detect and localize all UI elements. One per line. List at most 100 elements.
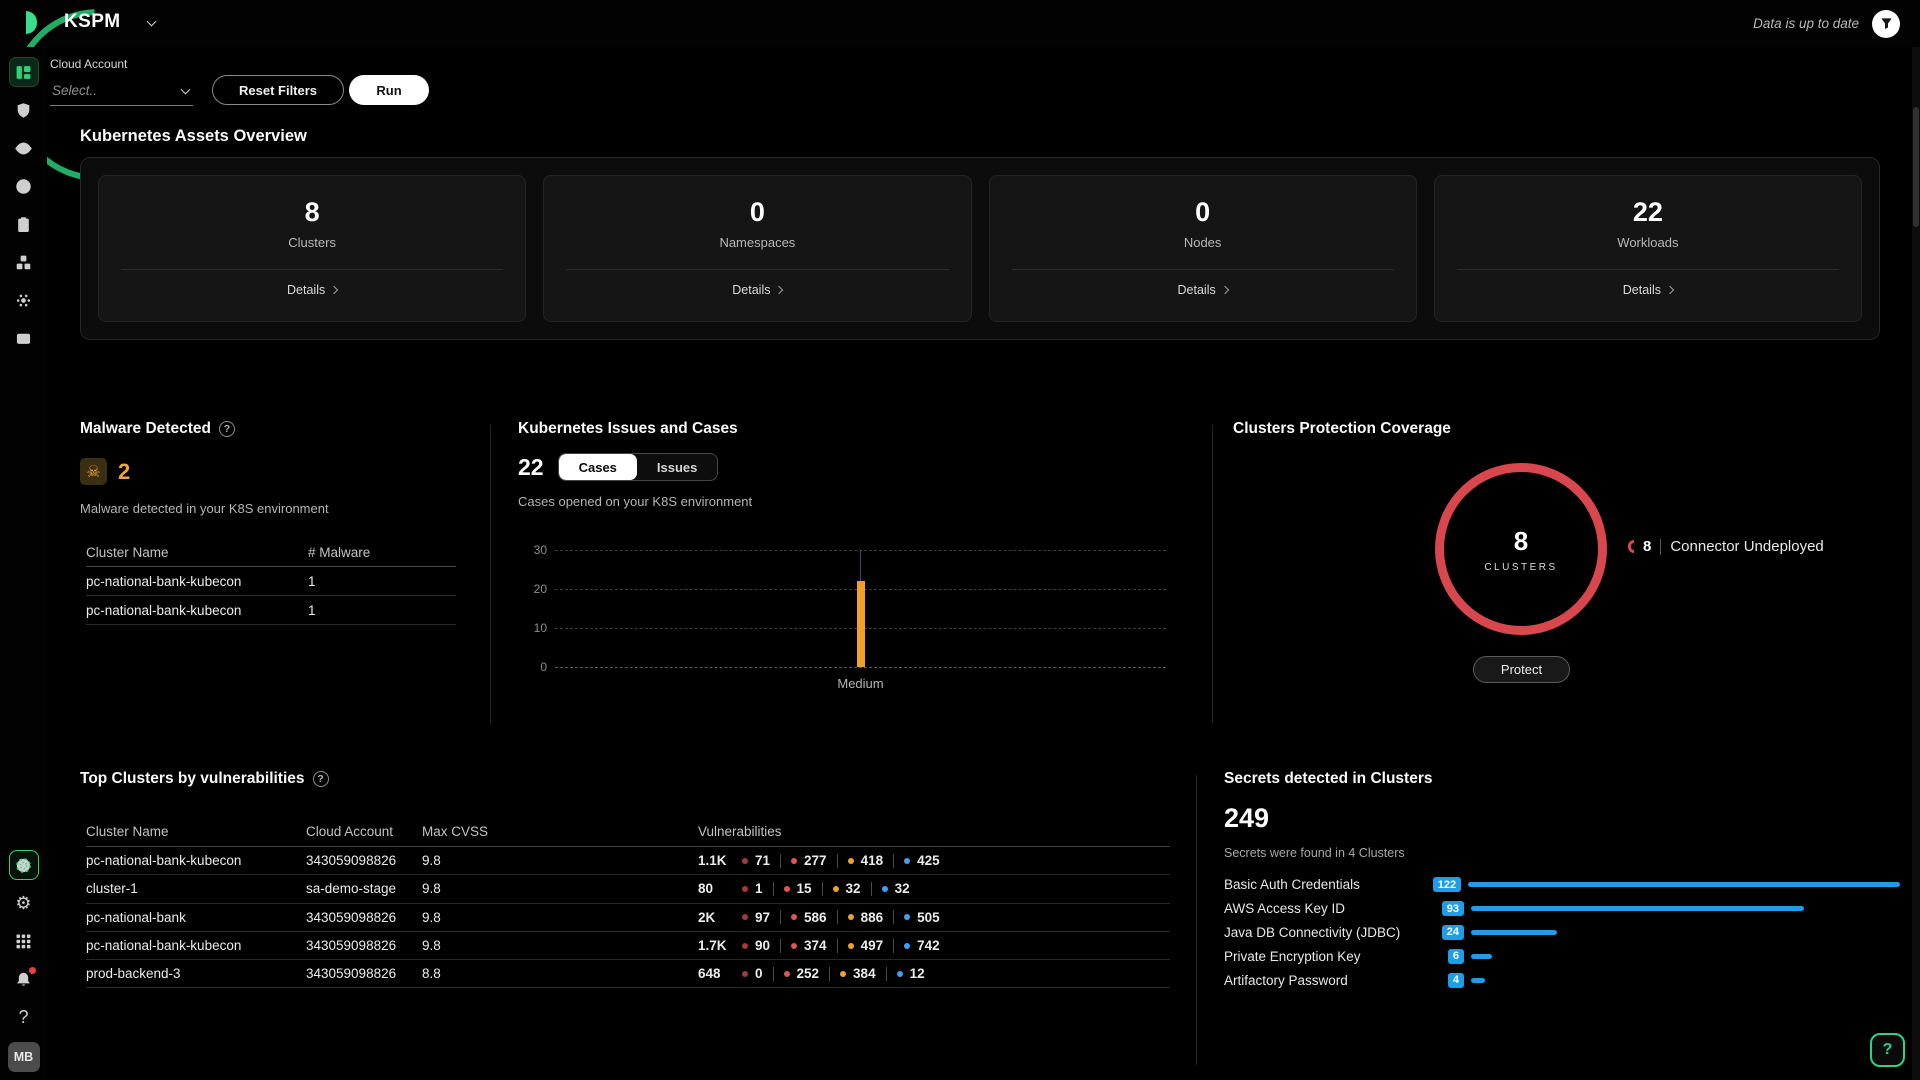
sidebar-item-blocks[interactable]: [9, 247, 39, 277]
sidebar-item-spark[interactable]: [9, 285, 39, 315]
funnel-icon: [1879, 16, 1894, 31]
cloud-account-select[interactable]: Select..: [50, 78, 193, 106]
sidebar-item-clipboard[interactable]: [9, 209, 39, 239]
severity-count: 886: [848, 910, 884, 925]
wallet-icon: [15, 330, 32, 347]
secret-label: Artifactory Password: [1224, 973, 1406, 988]
run-button[interactable]: Run: [349, 75, 429, 105]
ring-value: 8: [1514, 526, 1528, 557]
scrollbar-thumb[interactable]: [1913, 107, 1919, 227]
brand-logo-icon[interactable]: [12, 9, 39, 36]
help-hint-icon[interactable]: ?: [313, 771, 329, 787]
malware-table-row[interactable]: pc-national-bank-kubecon1: [86, 567, 456, 596]
severity-count: 586: [791, 910, 827, 925]
target-icon: [15, 178, 32, 195]
chevron-right-icon: [1220, 286, 1228, 294]
sidebar-item-wallet[interactable]: [9, 323, 39, 353]
divider: [893, 854, 894, 868]
details-link[interactable]: Details: [1623, 283, 1673, 297]
secrets-count: 249: [1224, 803, 1269, 834]
secret-label: Private Encryption Key: [1224, 949, 1406, 964]
divider: [829, 967, 830, 981]
severity-dot-icon: [848, 858, 854, 864]
spark-icon: [15, 292, 32, 309]
y-axis-tick: 0: [513, 660, 547, 674]
section-divider: [490, 425, 491, 723]
left-sidebar: ⚙? MB: [0, 47, 47, 1080]
severity-dot-icon: [848, 943, 854, 949]
severity-dot-icon: [833, 886, 839, 892]
secret-row[interactable]: AWS Access Key ID93: [1224, 897, 1900, 921]
sidebar-item-eye[interactable]: [9, 133, 39, 163]
scrollbar-track: [1912, 47, 1920, 1080]
column-header: Cluster Name: [86, 545, 308, 560]
ring-label: CLUSTERS: [1484, 562, 1557, 573]
secret-row[interactable]: Basic Auth Credentials122: [1224, 873, 1900, 897]
notification-dot: [29, 967, 36, 974]
chevron-down-icon[interactable]: [147, 17, 157, 27]
tab-issues[interactable]: Issues: [637, 454, 717, 480]
sidebar-item-help[interactable]: ?: [9, 1002, 39, 1032]
sidebar-item-apps-grid[interactable]: [9, 926, 39, 956]
sidebar-top-group: [9, 53, 39, 357]
section-divider: [1196, 775, 1197, 1065]
vulnerability-table-row[interactable]: pc-national-bank-kubecon3430590988269.81…: [86, 847, 1170, 875]
help-icon: ?: [18, 1008, 28, 1026]
divider: [1457, 269, 1839, 270]
secret-row[interactable]: Java DB Connectivity (JDBC)24: [1224, 921, 1900, 945]
divider: [837, 910, 838, 924]
secret-row[interactable]: Artifactory Password4: [1224, 968, 1900, 992]
x-axis-label: Medium: [816, 676, 906, 691]
sidebar-item-dashboard[interactable]: [9, 57, 39, 87]
secret-bar: [1471, 978, 1485, 983]
global-filter-button[interactable]: [1872, 10, 1900, 38]
severity-count: 418: [848, 853, 884, 868]
assets-overview-panel: 8ClustersDetails0NamespacesDetails0Nodes…: [80, 157, 1880, 340]
bar-medium[interactable]: [857, 581, 865, 667]
severity-count: 384: [840, 966, 876, 981]
divider: [780, 910, 781, 924]
help-hint-icon[interactable]: ?: [219, 421, 235, 437]
y-axis-tick: 10: [513, 621, 547, 635]
details-link[interactable]: Details: [1178, 283, 1228, 297]
severity-dot-icon: [742, 886, 748, 892]
details-link[interactable]: Details: [287, 283, 337, 297]
user-avatar[interactable]: MB: [8, 1042, 40, 1072]
y-axis-tick: 30: [513, 543, 547, 557]
severity-dot-icon: [742, 971, 748, 977]
reset-filters-button[interactable]: Reset Filters: [212, 75, 344, 105]
cases-issues-toggle: CasesIssues: [558, 453, 719, 481]
table-header-row: Cluster Name Cloud Account Max CVSS Vuln…: [86, 817, 1170, 847]
divider: [121, 269, 503, 270]
severity-dot-icon: [904, 943, 910, 949]
vulnerability-table-row[interactable]: cluster-1sa-demo-stage9.8801153232: [86, 875, 1170, 903]
gridline: [555, 667, 1166, 668]
chevron-right-icon: [1666, 286, 1674, 294]
select-placeholder: Select..: [52, 83, 97, 98]
sidebar-item-gear[interactable]: ⚙: [9, 888, 39, 918]
help-floating-button[interactable]: ?: [1870, 1033, 1905, 1067]
sidebar-item-radar[interactable]: [9, 850, 39, 880]
vulnerability-table-row[interactable]: pc-national-bank3430590988269.82K9758688…: [86, 904, 1170, 932]
protection-title: Clusters Protection Coverage: [1233, 420, 1451, 438]
clipboard-icon: [15, 216, 32, 233]
secret-bar: [1471, 930, 1557, 935]
shield-alert-icon: [15, 102, 32, 119]
secret-row[interactable]: Private Encryption Key6: [1224, 944, 1900, 968]
sidebar-item-bell[interactable]: [9, 964, 39, 994]
asset-value: 0: [750, 197, 765, 228]
vulnerability-table-row[interactable]: pc-national-bank-kubecon3430590988269.81…: [86, 932, 1170, 960]
divider: [773, 882, 774, 896]
sidebar-item-shield-alert[interactable]: [9, 95, 39, 125]
secret-count-badge: 93: [1442, 901, 1464, 916]
details-link[interactable]: Details: [732, 283, 782, 297]
vuln-total: 648: [698, 966, 742, 981]
asset-card-clusters: 8ClustersDetails: [98, 175, 526, 322]
vulnerability-table-row[interactable]: prod-backend-33430590988268.864802523841…: [86, 960, 1170, 988]
tab-cases[interactable]: Cases: [559, 454, 637, 480]
sidebar-item-target[interactable]: [9, 171, 39, 201]
protect-button[interactable]: Protect: [1473, 656, 1570, 683]
malware-table-row[interactable]: pc-national-bank-kubecon1: [86, 596, 456, 625]
issues-cases-title: Kubernetes Issues and Cases: [518, 420, 738, 438]
severity-dot-icon: [882, 886, 888, 892]
